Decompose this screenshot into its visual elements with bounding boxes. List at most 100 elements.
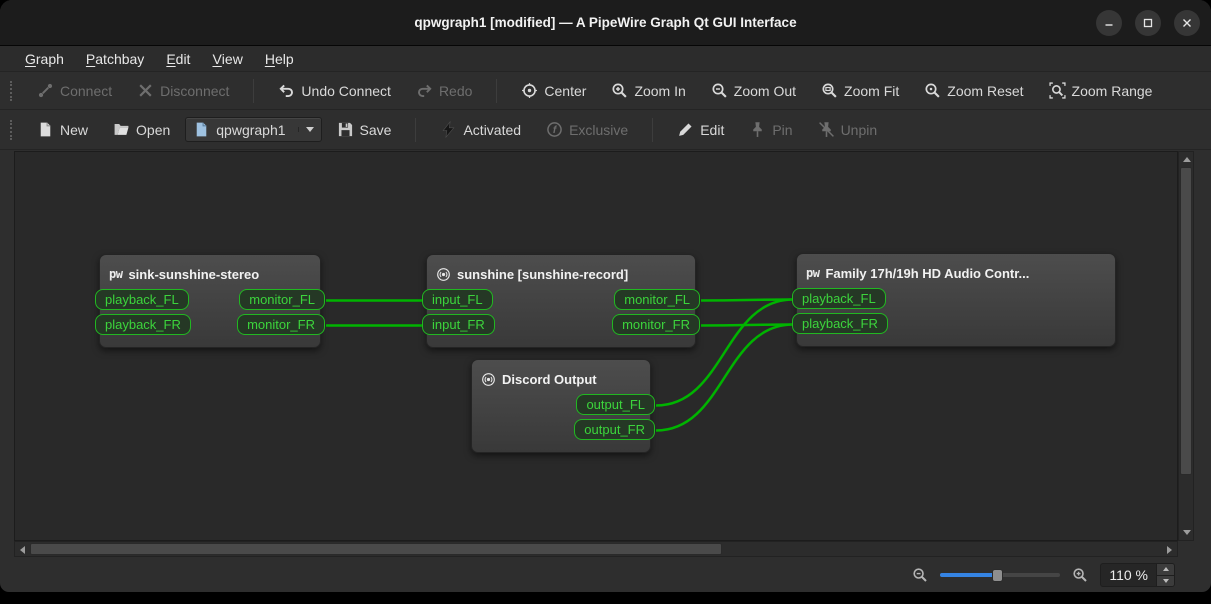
tool-label: New <box>60 122 88 138</box>
menu-graph[interactable]: Graph <box>14 46 75 71</box>
node-title-bar[interactable]: sunshine [sunshine-record] <box>427 255 695 287</box>
center-icon <box>521 82 538 99</box>
zoom-spinbox[interactable]: 110 % <box>1100 563 1175 587</box>
tool-zoom-out[interactable]: Zoom Out <box>701 77 806 104</box>
workarea: pwsink-sunshine-stereoplayback_FLplaybac… <box>0 150 1211 558</box>
tool-label: qpwgraph1 <box>216 122 285 138</box>
tool-label: Save <box>360 122 392 138</box>
broadcast-icon <box>436 267 451 282</box>
tool-new[interactable]: New <box>27 116 98 143</box>
tool-save[interactable]: Save <box>327 116 402 143</box>
horizontal-scrollbar[interactable] <box>14 541 1178 557</box>
scroll-down-button[interactable] <box>1179 525 1194 540</box>
node-title: sunshine [sunshine-record] <box>457 267 628 282</box>
tool-label: Exclusive <box>569 122 628 138</box>
new-icon <box>37 121 54 138</box>
horizontal-scroll-track[interactable] <box>30 542 1162 556</box>
tool-disconnect[interactable]: Disconnect <box>127 77 239 104</box>
zoom-value: 110 % <box>1101 564 1156 586</box>
node-sunshine[interactable]: sunshine [sunshine-record]input_FLinput_… <box>426 254 696 348</box>
node-title-bar[interactable]: pwFamily 17h/19h HD Audio Contr... <box>797 254 1115 286</box>
tool-zoom-range[interactable]: Zoom Range <box>1039 77 1163 104</box>
tool-label: Disconnect <box>160 83 229 99</box>
toolbar-drag-handle[interactable] <box>10 81 14 101</box>
port-monitor-fl[interactable]: monitor_FL <box>239 289 325 310</box>
node-ports: playback_FLplayback_FRmonitor_FLmonitor_… <box>100 287 320 347</box>
tool-unpin[interactable]: Unpin <box>808 116 888 143</box>
tool-redo[interactable]: Redo <box>406 77 482 104</box>
vertical-scrollbar[interactable] <box>1178 151 1194 541</box>
menu-patchbay[interactable]: Patchbay <box>75 46 155 71</box>
tool-label: Open <box>136 122 170 138</box>
zoom-in-icon <box>611 82 628 99</box>
vertical-scroll-handle[interactable] <box>1180 167 1192 475</box>
node-family[interactable]: pwFamily 17h/19h HD Audio Contr...playba… <box>796 253 1116 347</box>
unpin-icon <box>818 121 835 138</box>
tool-label: Pin <box>772 122 792 138</box>
tool-edit[interactable]: Edit <box>667 116 734 143</box>
port-playback-fl[interactable]: playback_FL <box>792 288 886 309</box>
node-ports: playback_FLplayback_FR <box>797 286 1115 346</box>
toolbar-separator <box>253 79 254 103</box>
patchbay-toolbar: NewOpenqpwgraph1SaveActivatedfExclusiveE… <box>0 110 1211 150</box>
pipewire-icon: pw <box>109 267 122 281</box>
tool-center[interactable]: Center <box>511 77 596 104</box>
node-title-bar[interactable]: pwsink-sunshine-stereo <box>100 255 320 287</box>
menu-view[interactable]: View <box>201 46 253 71</box>
port-output-fr[interactable]: output_FR <box>574 419 655 440</box>
port-playback-fl[interactable]: playback_FL <box>95 289 189 310</box>
port-output-fl[interactable]: output_FL <box>576 394 655 415</box>
tool-connect[interactable]: Connect <box>27 77 122 104</box>
port-input-fl[interactable]: input_FL <box>422 289 493 310</box>
tool-undo-connect[interactable]: Undo Connect <box>268 77 401 104</box>
zoom-reset-icon <box>924 82 941 99</box>
horizontal-scroll-handle[interactable] <box>30 543 722 555</box>
combo-dropdown-arrow-icon[interactable] <box>298 127 314 132</box>
disconnect-icon <box>137 82 154 99</box>
scroll-right-button[interactable] <box>1162 542 1177 557</box>
tool-zoom-in[interactable]: Zoom In <box>601 77 695 104</box>
port-monitor-fl[interactable]: monitor_FL <box>614 289 700 310</box>
titlebar[interactable]: qpwgraph1 [modified] — A PipeWire Graph … <box>0 0 1211 46</box>
menu-help[interactable]: Help <box>254 46 305 71</box>
connection-edge[interactable] <box>701 300 793 301</box>
toolbar-separator <box>496 79 497 103</box>
zoom-in-status-icon[interactable] <box>1072 567 1088 583</box>
zoom-out-status-icon[interactable] <box>912 567 928 583</box>
tool-label: Zoom In <box>634 83 685 99</box>
tool-pin[interactable]: Pin <box>739 116 802 143</box>
spin-up-button[interactable] <box>1157 564 1174 576</box>
toolbar-drag-handle[interactable] <box>10 120 14 140</box>
zoom-fit-icon <box>821 82 838 99</box>
close-button[interactable] <box>1174 10 1200 36</box>
maximize-button[interactable] <box>1135 10 1161 36</box>
vertical-scroll-track[interactable] <box>1179 167 1193 525</box>
open-icon <box>113 121 130 138</box>
spin-down-button[interactable] <box>1157 576 1174 587</box>
tool-zoom-reset[interactable]: Zoom Reset <box>914 77 1033 104</box>
zoom-slider[interactable] <box>940 566 1060 584</box>
menu-edit[interactable]: Edit <box>155 46 201 71</box>
tool-activated[interactable]: Activated <box>430 116 531 143</box>
scroll-up-button[interactable] <box>1179 152 1194 167</box>
port-input-fr[interactable]: input_FR <box>422 314 495 335</box>
node-discord[interactable]: Discord Outputoutput_FLoutput_FR <box>471 359 651 453</box>
tool-zoom-fit[interactable]: Zoom Fit <box>811 77 909 104</box>
file-icon <box>193 121 210 138</box>
tool-exclusive[interactable]: fExclusive <box>536 116 638 143</box>
zoom-slider-handle[interactable] <box>992 569 1003 582</box>
graph-canvas[interactable]: pwsink-sunshine-stereoplayback_FLplaybac… <box>14 151 1178 541</box>
tool-open[interactable]: Open <box>103 116 180 143</box>
pipewire-icon: pw <box>806 266 819 280</box>
port-playback-fr[interactable]: playback_FR <box>792 313 888 334</box>
tool-label: Zoom Range <box>1072 83 1153 99</box>
port-playback-fr[interactable]: playback_FR <box>95 314 191 335</box>
scroll-left-button[interactable] <box>15 542 30 557</box>
port-monitor-fr[interactable]: monitor_FR <box>612 314 700 335</box>
patchbay-profile-combo[interactable]: qpwgraph1 <box>185 117 321 142</box>
minimize-button[interactable] <box>1096 10 1122 36</box>
node-title-bar[interactable]: Discord Output <box>472 360 650 392</box>
node-sink[interactable]: pwsink-sunshine-stereoplayback_FLplaybac… <box>99 254 321 348</box>
connection-edge[interactable] <box>701 325 793 326</box>
port-monitor-fr[interactable]: monitor_FR <box>237 314 325 335</box>
